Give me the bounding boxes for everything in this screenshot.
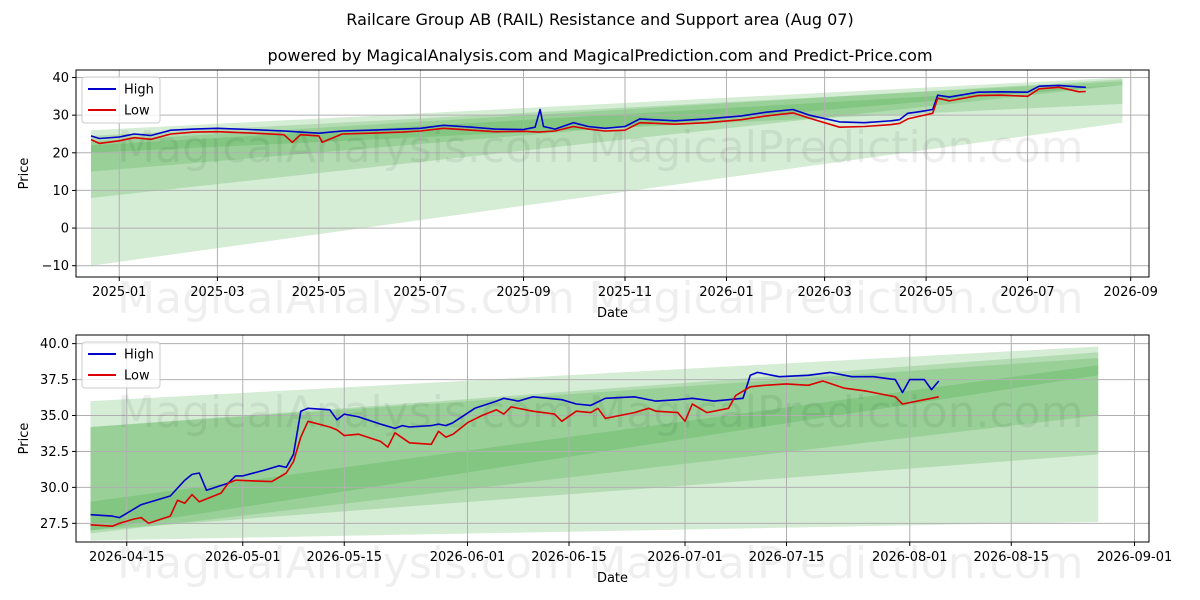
chart-canvas: 2025-01 2025-03 2025-05 2025-07 2025-09 2025-… [17, 69, 1173, 589]
legend-label-low: Low [124, 369, 150, 384]
chart-panel-2: 2026-04-15 2026-05-01 2026-05-15 2026-06-01… [17, 334, 1173, 589]
legend-label-high: High [124, 83, 154, 98]
watermark-text: MagicalPrediction.com [589, 273, 1084, 324]
watermark-text: MagicalAnalysis.com [117, 273, 575, 324]
legend-label-low: Low [124, 104, 150, 119]
y-tick-label: 40 [52, 71, 69, 86]
watermark-text: MagicalAnalysis.com [117, 538, 575, 589]
y-tick-label: 35.0 [40, 409, 69, 424]
y-tick-label: 10 [52, 184, 69, 199]
watermark-text: MagicalPrediction.com [589, 538, 1084, 589]
watermark-text: MagicalPrediction.com [589, 387, 1084, 438]
y-tick-label: −10 [42, 259, 69, 274]
watermark-text: MagicalPrediction.com [589, 122, 1084, 173]
chart-panel-1: 2025-01 2025-03 2025-05 2025-07 2025-09 2025-… [17, 69, 1158, 324]
x-tick-label: 2026-09 [1104, 285, 1158, 300]
x-tick-label: 2026-09-01 [1097, 550, 1173, 565]
y-tick-label: 37.5 [40, 373, 69, 388]
y-tick-label: 27.5 [40, 517, 69, 532]
y-tick-label: 40.0 [40, 337, 69, 352]
x-axis-label: Date [597, 306, 628, 321]
x-axis-label: Date [597, 571, 628, 586]
prediction-bands [90, 346, 1099, 541]
y-axis-label: Price [17, 423, 32, 455]
y-tick-label: 32.5 [40, 445, 69, 460]
y-tick-label: 0 [61, 222, 69, 237]
y-axis-label: Price [17, 158, 32, 190]
legend-label-high: High [124, 348, 154, 363]
y-tick-label: 30.0 [40, 481, 69, 496]
y-tick-label: 30 [52, 109, 69, 124]
legend: High Low [81, 76, 161, 124]
legend: High Low [81, 341, 161, 389]
y-tick-label: 20 [52, 146, 69, 161]
